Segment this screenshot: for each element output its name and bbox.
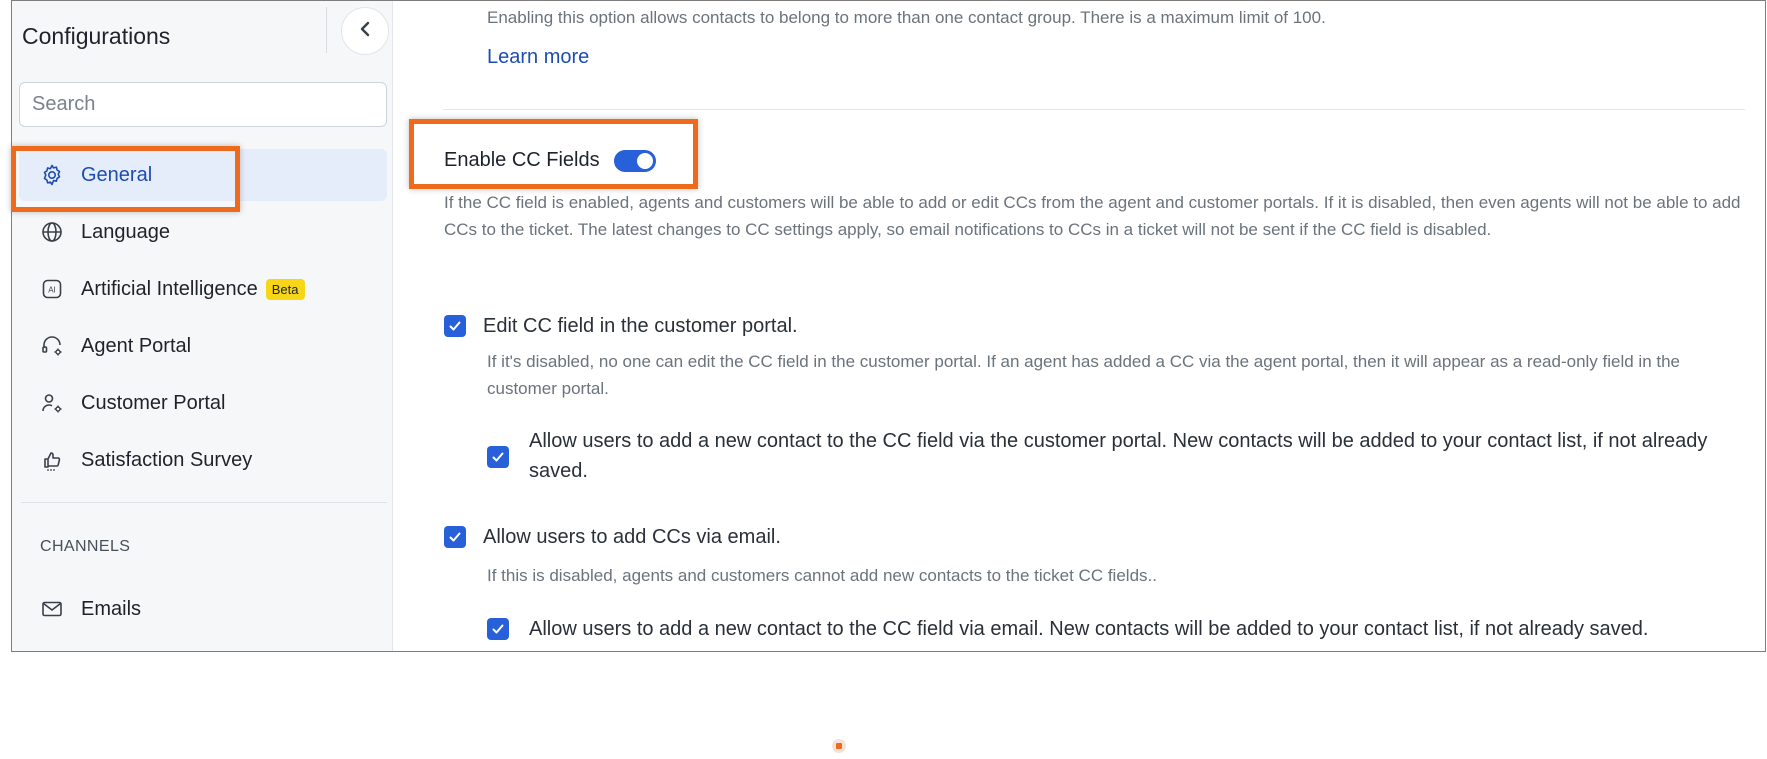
add-cc-via-email-row: Allow users to add CCs via email.: [444, 522, 781, 552]
sidebar-item-customer-portal[interactable]: Customer Portal: [19, 377, 387, 429]
divider: [21, 502, 387, 503]
sidebar-item-satisfaction-survey[interactable]: Satisfaction Survey: [19, 434, 387, 486]
cc-description: If the CC field is enabled, agents and c…: [444, 193, 1741, 239]
settings-content: Enabling this option allows contacts to …: [393, 1, 1765, 651]
divider: [326, 7, 327, 53]
sidebar-title: Configurations: [22, 23, 171, 49]
sidebar-item-artificial-intelligence[interactable]: AI Artificial Intelligence Beta: [19, 263, 387, 315]
add-contact-via-email-checkbox[interactable]: [487, 618, 509, 640]
add-cc-via-email-label: Allow users to add CCs via email.: [483, 526, 781, 548]
edit-cc-customer-portal-row: Edit CC field in the customer portal.: [444, 311, 798, 341]
edit-cc-customer-portal-description: If it's disabled, no one can edit the CC…: [487, 352, 1681, 398]
app-window: Configurations General Language AI Artif…: [11, 0, 1766, 652]
chevron-left-icon: [358, 21, 372, 42]
thumbs-up-icon: [39, 447, 65, 473]
sidebar-item-label: Customer Portal: [81, 391, 226, 414]
add-contact-via-email-label: Allow users to add a new contact to the …: [529, 618, 1649, 640]
sidebar-item-label: Artificial Intelligence: [81, 277, 258, 300]
search-input[interactable]: [19, 82, 387, 127]
globe-icon: [39, 219, 65, 245]
channels-section-header: CHANNELS: [40, 538, 131, 555]
sidebar-item-language[interactable]: Language: [19, 206, 387, 258]
sidebar: Configurations General Language AI Artif…: [12, 1, 393, 651]
cursor-marker-icon: [832, 739, 846, 753]
add-cc-via-email-description: If this is disabled, agents and customer…: [487, 566, 1157, 585]
collapse-sidebar-button[interactable]: [341, 7, 389, 55]
highlight-box-general: [11, 146, 240, 212]
sidebar-item-agent-portal[interactable]: Agent Portal: [19, 320, 387, 372]
edit-cc-customer-portal-label: Edit CC field in the customer portal.: [483, 315, 798, 337]
add-contact-via-email-row: Allow users to add a new contact to the …: [487, 614, 1765, 644]
beta-badge: Beta: [265, 278, 305, 300]
divider: [443, 109, 1745, 110]
svg-text:AI: AI: [48, 286, 56, 295]
mail-icon: [39, 596, 65, 622]
add-contact-customer-portal-checkbox[interactable]: [487, 446, 509, 468]
sidebar-item-label: Satisfaction Survey: [81, 448, 253, 471]
ai-icon: AI: [39, 276, 65, 302]
sidebar-item-label: Language: [81, 220, 170, 243]
sidebar-item-label: Emails: [81, 597, 142, 620]
user-gear-icon: [39, 390, 65, 416]
add-cc-via-email-checkbox[interactable]: [444, 526, 466, 548]
learn-more-link[interactable]: Learn more: [487, 46, 589, 69]
sidebar-item-label: Agent Portal: [81, 334, 192, 357]
sidebar-item-emails[interactable]: Emails: [19, 583, 387, 635]
edit-cc-customer-portal-checkbox[interactable]: [444, 315, 466, 337]
highlight-box-enable-cc: [409, 119, 698, 189]
headset-gear-icon: [39, 333, 65, 359]
contact-groups-description: Enabling this option allows contacts to …: [487, 8, 1326, 27]
add-contact-customer-portal-label: Allow users to add a new contact to the …: [529, 430, 1708, 482]
add-contact-customer-portal-row: Allow users to add a new contact to the …: [487, 426, 1765, 486]
